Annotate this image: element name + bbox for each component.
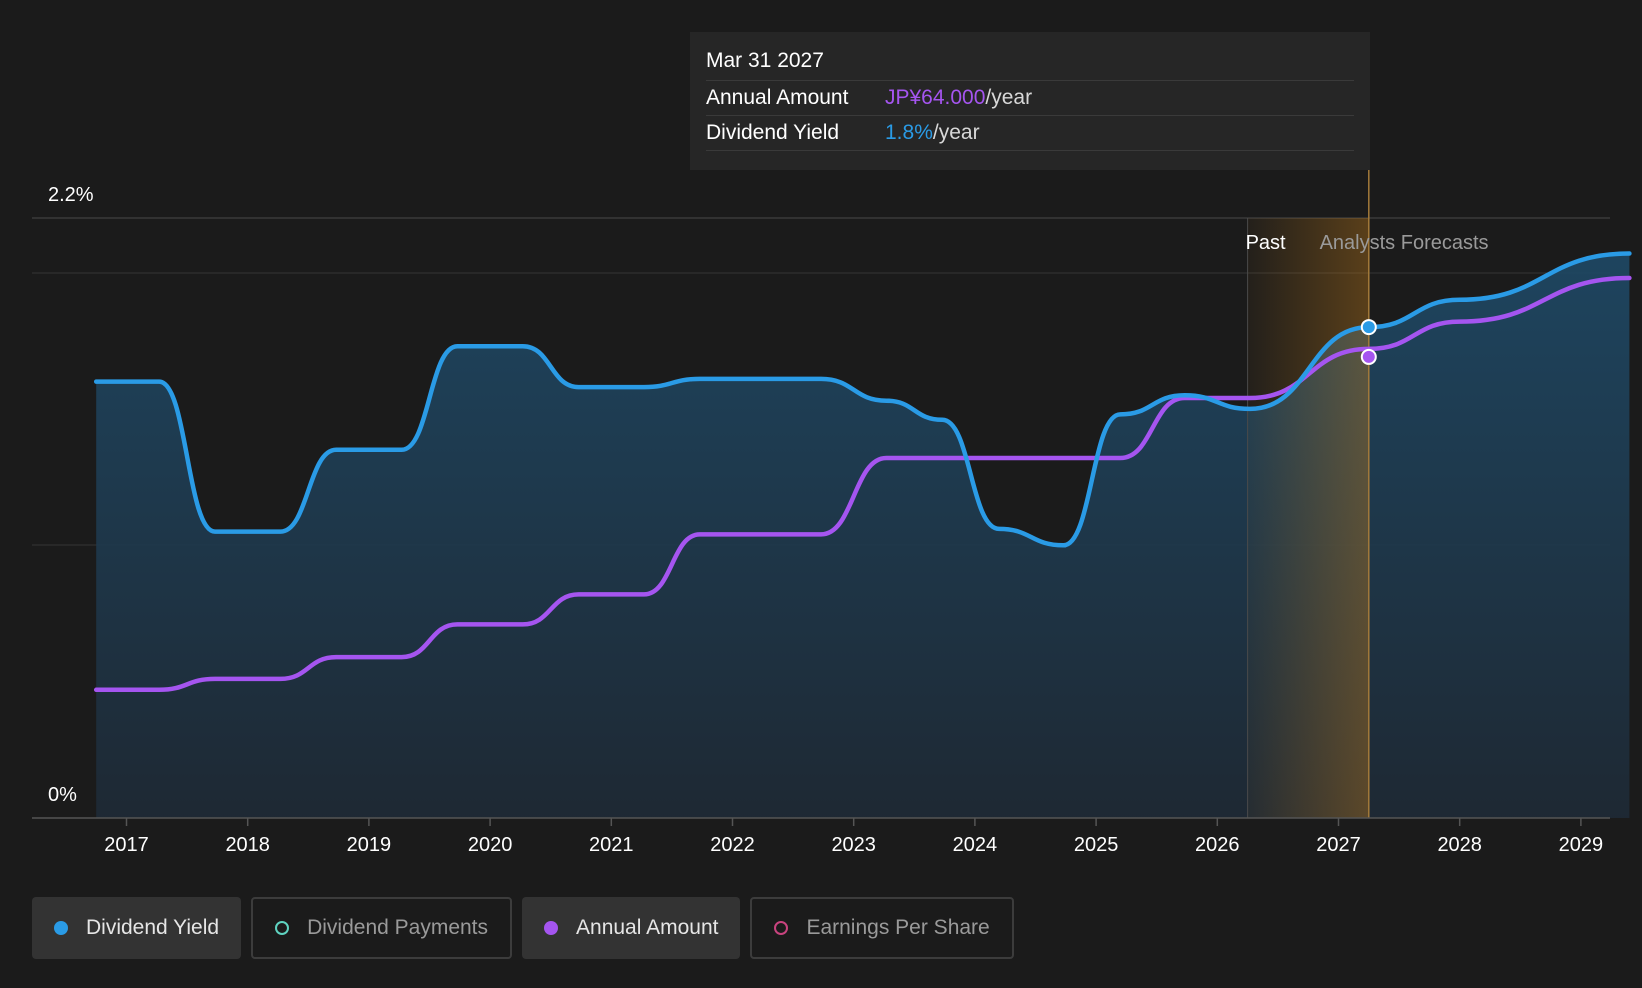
dividend-yield-point[interactable] (1360, 319, 1377, 336)
annual-amount-point[interactable] (1360, 348, 1377, 365)
x-tick-label: 2021 (589, 834, 634, 856)
legend-dividend-yield[interactable]: Dividend Yield (32, 897, 242, 959)
x-tick-label: 2018 (225, 834, 270, 856)
tooltip-annual-amount-unit: /year (985, 86, 1033, 109)
legend-dividend-payments[interactable]: Dividend Payments (251, 897, 513, 959)
x-axis: 2017 2018 2019 2020 2021 2022 2023 2024 2025 2026… (32, 817, 1610, 856)
tooltip-dividend-yield-value: 1.8% (885, 121, 933, 144)
legend-label-earnings-per-share: Earnings Per Share (806, 916, 990, 939)
x-tick-label: 2020 (468, 834, 513, 856)
dividend-yield-area (96, 253, 1630, 818)
legend-dot-dividend-payments (275, 921, 290, 935)
y-axis-min-label: 0% (48, 784, 77, 806)
tooltip: Mar 31 2027 Annual Amount JP¥64.000/year… (690, 32, 1370, 170)
x-tick-label: 2017 (104, 834, 149, 856)
legend-annual-amount[interactable]: Annual Amount (522, 897, 741, 959)
x-tick-label: 2022 (710, 834, 755, 856)
tooltip-annual-amount-value: JP¥64.000 (885, 86, 986, 109)
past-label: Past (1246, 232, 1286, 254)
tooltip-dividend-yield-label: Dividend Yield (706, 121, 840, 144)
legend-dot-earnings-per-share (774, 921, 789, 935)
forecast-highlight-band (1247, 218, 1369, 818)
x-tick-label: 2027 (1316, 834, 1361, 856)
y-axis-max-label: 2.2% (48, 184, 94, 206)
x-tick-label: 2019 (347, 834, 392, 856)
x-tick-label: 2026 (1195, 834, 1240, 856)
x-tick-label: 2023 (831, 834, 876, 856)
legend-earnings-per-share[interactable]: Earnings Per Share (750, 897, 1014, 959)
legend-label-dividend-payments: Dividend Payments (307, 916, 489, 939)
legend: Dividend Yield Dividend Payments Annual … (32, 897, 1014, 959)
tooltip-dividend-yield-unit: /year (932, 121, 980, 144)
tooltip-row-annual-amount: Annual Amount JP¥64.000/year (706, 81, 1354, 116)
x-tick-label: 2028 (1437, 834, 1482, 856)
tooltip-annual-amount-label: Annual Amount (706, 86, 849, 109)
tooltip-date: Mar 31 2027 (706, 46, 1354, 81)
tooltip-row-dividend-yield: Dividend Yield 1.8%/year (706, 116, 1354, 151)
analysts-forecasts-label: Analysts Forecasts (1320, 232, 1489, 254)
x-tick-label: 2029 (1559, 834, 1604, 856)
legend-dot-dividend-yield (54, 921, 68, 935)
legend-label-dividend-yield: Dividend Yield (86, 916, 220, 939)
x-tick-label: 2024 (953, 834, 998, 856)
x-tick-label: 2025 (1074, 834, 1119, 856)
legend-label-annual-amount: Annual Amount (576, 916, 719, 939)
legend-dot-annual-amount (544, 921, 559, 935)
